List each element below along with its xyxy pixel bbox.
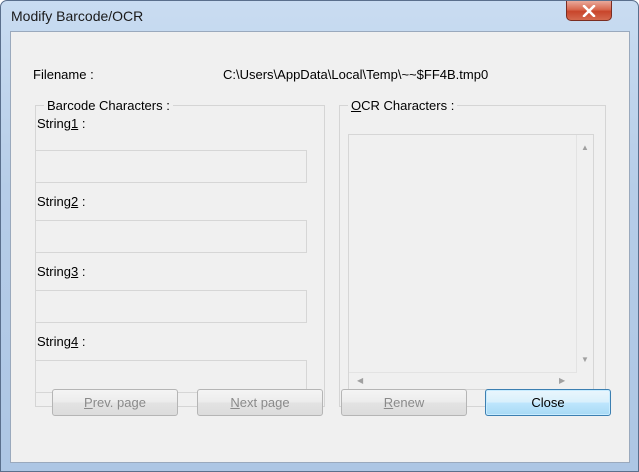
scroll-right-arrow-icon[interactable]: ▶	[559, 376, 565, 386]
ocr-text-area[interactable]: ▲ ▼ ◀ ▶	[348, 134, 594, 390]
string3-field[interactable]	[35, 290, 307, 323]
string1-field[interactable]	[35, 150, 307, 183]
barcode-group-title: Barcode Characters :	[44, 98, 173, 113]
title-bar[interactable]: Modify Barcode/OCR	[1, 1, 638, 31]
prev-page-button[interactable]: Prev. page	[52, 389, 178, 416]
scroll-left-arrow-icon[interactable]: ◀	[357, 376, 363, 386]
filename-value: C:\Users\AppData\Local\Temp\~~$FF4B.tmp0	[223, 67, 489, 82]
string1-label: String1 :	[37, 116, 86, 131]
string4-label: String4 :	[37, 334, 86, 349]
filename-label: Filename :	[33, 67, 94, 82]
string2-label: String2 :	[37, 194, 86, 209]
ocr-characters-group: OCR Characters : ▲ ▼ ◀ ▶	[339, 98, 606, 407]
close-icon	[582, 4, 596, 17]
ocr-vertical-scrollbar[interactable]: ▲ ▼	[576, 135, 593, 374]
dialog-client-area: Filename : C:\Users\AppData\Local\Temp\~…	[10, 31, 630, 463]
renew-button[interactable]: Renew	[341, 389, 467, 416]
window-title: Modify Barcode/OCR	[11, 8, 144, 24]
ocr-group-title: OCR Characters :	[348, 98, 458, 113]
dialog-window: Modify Barcode/OCR Filename : C:\Users\A…	[0, 0, 639, 472]
scroll-down-arrow-icon[interactable]: ▼	[581, 355, 589, 365]
string3-label: String3 :	[37, 264, 86, 279]
window-close-button[interactable]	[566, 1, 612, 21]
close-button[interactable]: Close	[485, 389, 611, 416]
barcode-characters-group: Barcode Characters : String1 : String2 :…	[35, 98, 325, 407]
string2-field[interactable]	[35, 220, 307, 253]
next-page-button[interactable]: Next page	[197, 389, 323, 416]
scroll-up-arrow-icon[interactable]: ▲	[581, 143, 589, 153]
ocr-horizontal-scrollbar[interactable]: ◀ ▶	[349, 372, 577, 389]
